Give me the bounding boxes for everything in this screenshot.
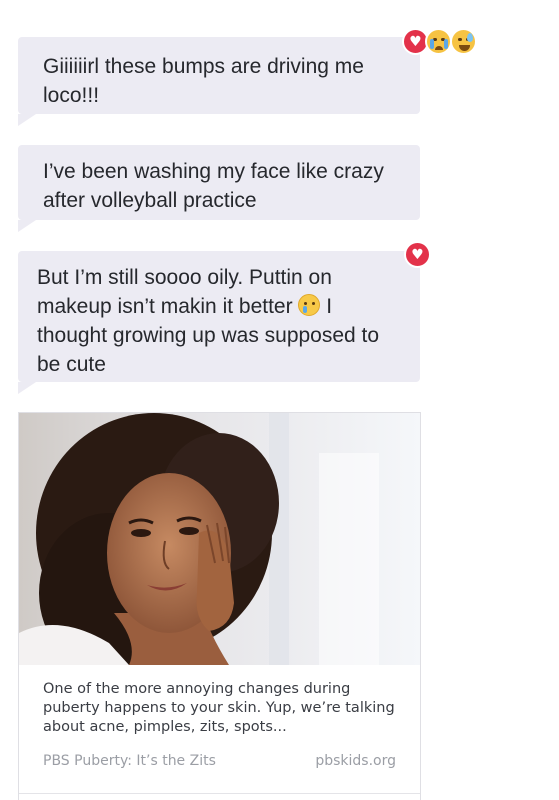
link-domain[interactable]: pbskids.org — [315, 753, 396, 769]
card-divider — [19, 793, 420, 794]
bubble-tail — [18, 220, 36, 232]
message-text-3a: But I’m still soooo oily. Puttin on make… — [37, 266, 332, 318]
message-text-1: Giiiiiirl these bumps are driving me loc… — [43, 55, 364, 107]
woman-touching-face-photo — [19, 413, 420, 665]
bubble-tail — [18, 382, 36, 394]
link-source[interactable]: PBS Puberty: It’s the Zits — [43, 753, 216, 769]
message-text-2: I’ve been washing my face like crazy aft… — [43, 160, 384, 212]
heart-icon[interactable]: ♥ — [404, 241, 431, 268]
sweat-smile-face-icon[interactable] — [450, 28, 477, 55]
link-preview-card[interactable]: One of the more annoying changes during … — [18, 412, 421, 800]
link-description: One of the more annoying changes during … — [43, 681, 395, 735]
sad-tear-face-icon — [298, 294, 321, 316]
message-bubble-2[interactable]: I’ve been washing my face like crazy aft… — [18, 145, 420, 232]
message-bubble-3[interactable]: But I’m still soooo oily. Puttin on make… — [18, 251, 420, 394]
bubble-tail — [18, 114, 36, 126]
crying-face-icon[interactable] — [425, 28, 452, 55]
message-bubble-1[interactable]: Giiiiiirl these bumps are driving me loc… — [18, 37, 420, 126]
